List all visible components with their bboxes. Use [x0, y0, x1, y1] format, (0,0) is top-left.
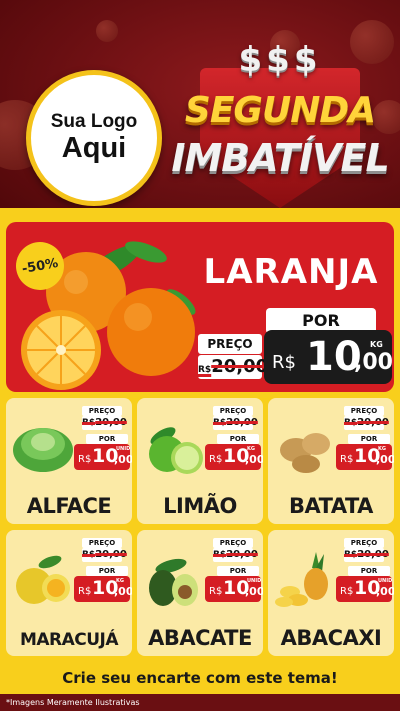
hero-product-name: LARANJA: [203, 252, 379, 292]
new-currency: R$: [340, 586, 354, 597]
old-price-value: 20,00: [95, 549, 127, 560]
old-price-label: PREÇO: [82, 406, 122, 416]
new-price-dec: ,00: [114, 585, 132, 598]
new-price-label: POR: [217, 434, 259, 444]
old-price-label: PREÇO: [213, 538, 253, 548]
old-price: R$20,00: [213, 548, 258, 562]
old-price-label: PREÇO: [82, 538, 122, 548]
new-currency: R$: [340, 454, 354, 465]
new-price-label: POR: [348, 434, 390, 444]
old-price-label: PREÇO: [344, 406, 384, 416]
price-unit: UNID: [116, 446, 131, 452]
campaign-title-line2: IMBATÍVEL: [171, 136, 389, 180]
product-name: ABACAXI: [280, 626, 382, 650]
avocado-icon: [149, 558, 198, 606]
new-currency: R$: [209, 586, 223, 597]
pineapple-icon: [275, 552, 328, 607]
disclaimer-footer: *Imagens Meramente Ilustrativas: [0, 694, 400, 711]
old-currency: R$: [213, 418, 227, 428]
new-currency: R$: [272, 352, 296, 373]
product-name: LIMÃO: [163, 494, 237, 518]
price-unit: KG: [370, 340, 383, 349]
product-name: ABACATE: [148, 626, 252, 650]
product-name: MARACUJÁ: [19, 630, 119, 650]
old-price-label: PREÇO: [344, 538, 384, 548]
old-price: R$20,00: [344, 416, 389, 430]
old-currency: R$: [344, 418, 358, 428]
product-card[interactable]: PREÇO R$20,00 POR R$ 10 ,00 KG BATATA: [268, 398, 394, 524]
price-unit: UNID: [247, 578, 262, 584]
product-card[interactable]: PREÇO R$20,00 POR R$ 10 ,00 KG LIMÃO: [137, 398, 263, 524]
old-price-value: 20,00: [357, 549, 389, 560]
hero-old-price: R$20,00: [198, 355, 268, 379]
new-price: R$ 10 ,00 KG: [74, 576, 132, 602]
logo-placeholder[interactable]: Sua Logo Aqui: [26, 70, 162, 206]
old-currency: R$: [213, 550, 227, 560]
hero-old-price-label: PREÇO: [198, 334, 262, 354]
price-unit: KG: [116, 578, 124, 584]
new-price: R$ 10 ,00 UNID: [205, 576, 263, 602]
old-price: R$20,00: [213, 416, 258, 430]
product-card[interactable]: PREÇO R$20,00 POR R$ 10 ,00 KG MARACUJÁ: [6, 530, 132, 656]
dollar-signs: $$$: [238, 40, 322, 80]
logo-line2: Aqui: [61, 132, 127, 165]
old-currency: R$: [82, 550, 96, 560]
potato-icon: [280, 433, 330, 473]
coin-decoration: [96, 20, 118, 42]
campaign-badge: $$$ SEGUNDA IMBATÍVEL: [170, 40, 390, 210]
old-price-label: PREÇO: [213, 406, 253, 416]
old-price: R$20,00: [82, 416, 127, 430]
new-price-dec: ,00: [376, 585, 394, 598]
new-currency: R$: [78, 586, 92, 597]
new-price-dec: ,00: [376, 453, 394, 466]
new-price: R$ 10 ,00 UNID: [336, 576, 394, 602]
new-price-label: POR: [348, 566, 390, 576]
new-currency: R$: [209, 454, 223, 465]
old-currency: R$: [82, 418, 96, 428]
product-name: BATATA: [289, 494, 373, 518]
logo-line1: Sua Logo: [50, 111, 138, 133]
new-price: R$ 10 ,00 UNID: [74, 444, 132, 470]
price-unit: KG: [247, 446, 255, 452]
new-price: R$ 10 ,00 KG: [336, 444, 394, 470]
price-unit: KG: [378, 446, 386, 452]
hero-new-price: R$ 10 ,00 KG: [264, 330, 393, 384]
product-name: ALFACE: [26, 494, 112, 518]
old-price-value: 20,00: [226, 417, 258, 428]
lime-icon: [149, 427, 203, 474]
old-price: R$20,00: [344, 548, 389, 562]
new-price-label: POR: [86, 566, 128, 576]
new-currency: R$: [78, 454, 92, 465]
new-price-dec: ,00: [114, 453, 132, 466]
header-banner: Sua Logo Aqui $$$ SEGUNDA IMBATÍVEL: [0, 0, 400, 222]
old-currency: R$: [344, 550, 358, 560]
old-price: R$20,00: [82, 548, 127, 562]
old-price-value: 20,00: [95, 417, 127, 428]
product-card[interactable]: PREÇO R$20,00 POR R$ 10 ,00 UNID ABACATE: [137, 530, 263, 656]
new-price-label: POR: [217, 566, 259, 576]
campaign-title-line1: SEGUNDA: [184, 90, 376, 131]
new-price-dec: ,00: [245, 453, 263, 466]
product-card[interactable]: PREÇO R$20,00 POR R$ 10 ,00 UNID ALFACE: [6, 398, 132, 524]
lettuce-icon: [13, 428, 73, 472]
old-price-value: 20,00: [357, 417, 389, 428]
old-price-value: 20,00: [226, 549, 258, 560]
new-price-dec: ,00: [245, 585, 263, 598]
price-unit: UNID: [378, 578, 393, 584]
new-price: R$ 10 ,00 KG: [205, 444, 263, 470]
new-price-dec: ,00: [354, 350, 393, 375]
cta-banner[interactable]: Crie seu encarte com este tema!: [6, 664, 394, 692]
old-price-value: 20,00: [211, 356, 269, 377]
passion-fruit-icon: [16, 555, 70, 604]
product-card[interactable]: PREÇO R$20,00 POR R$ 10 ,00 UNID ABACAXI: [268, 530, 394, 656]
new-price-label: POR: [86, 434, 128, 444]
old-currency: R$: [198, 365, 212, 375]
